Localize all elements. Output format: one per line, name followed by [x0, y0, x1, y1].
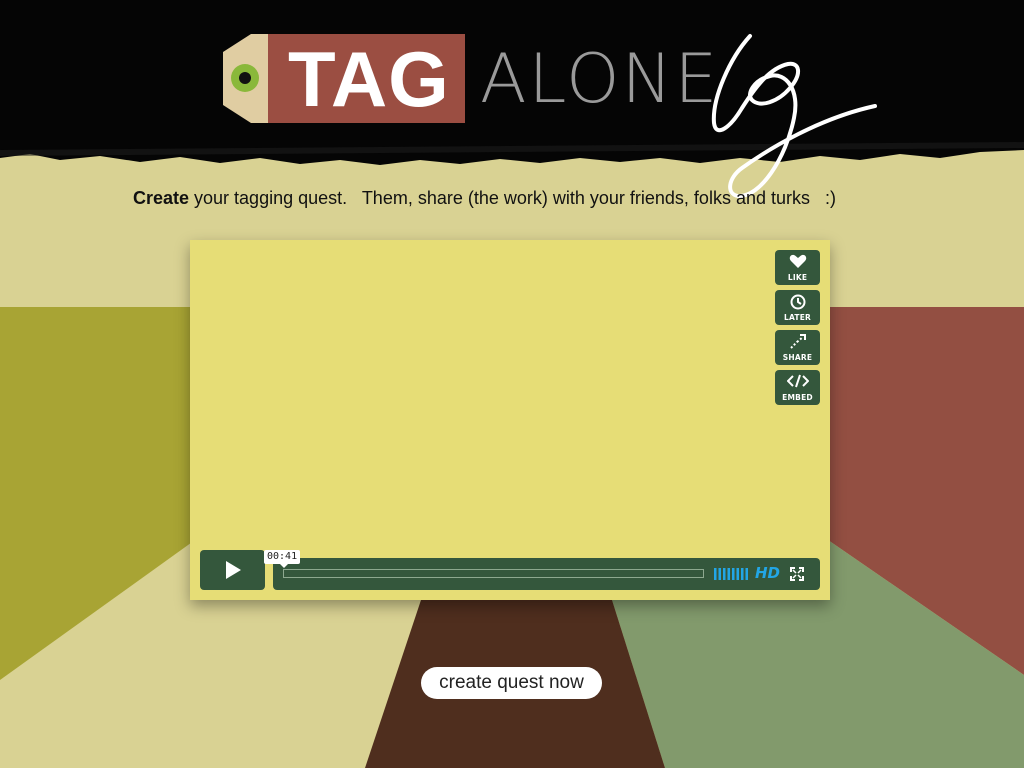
logo-tag-word: TAG: [288, 35, 450, 123]
player-side-buttons: LIKE LATER SHARE EMBED: [775, 250, 820, 410]
share-icon: [775, 334, 820, 350]
volume-icon[interactable]: [714, 568, 748, 580]
tagline: Create your tagging quest. Them, share (…: [133, 188, 836, 209]
play-button[interactable]: [200, 550, 265, 590]
timecode-tooltip: 00:41: [264, 550, 301, 568]
control-bar: HD: [273, 558, 820, 590]
clock-icon: [775, 294, 820, 310]
fullscreen-icon[interactable]: [790, 567, 804, 581]
video-player[interactable]: LIKE LATER SHARE EMBED HD 00:41: [190, 240, 830, 600]
create-quest-button[interactable]: create quest now: [421, 667, 602, 699]
site-header: TAG ALONE: [0, 0, 1024, 198]
share-button[interactable]: SHARE: [775, 330, 820, 365]
watch-later-button[interactable]: LATER: [775, 290, 820, 325]
code-icon: [775, 374, 820, 390]
like-label: LIKE: [787, 273, 808, 282]
logo-script-g: [711, 34, 877, 198]
play-icon: [225, 561, 241, 579]
progress-bar[interactable]: [283, 569, 704, 578]
like-button[interactable]: LIKE: [775, 250, 820, 285]
tagline-bold: Create: [133, 188, 190, 208]
tagline-rest: your tagging quest. Them, share (the wor…: [189, 188, 836, 208]
share-label: SHARE: [782, 353, 813, 362]
later-label: LATER: [783, 313, 811, 322]
hd-toggle[interactable]: HD: [755, 565, 780, 582]
logo-alone-word: ALONE: [480, 40, 720, 119]
embed-label: EMBED: [782, 393, 813, 402]
heart-icon: [775, 254, 820, 270]
embed-button[interactable]: EMBED: [775, 370, 820, 405]
